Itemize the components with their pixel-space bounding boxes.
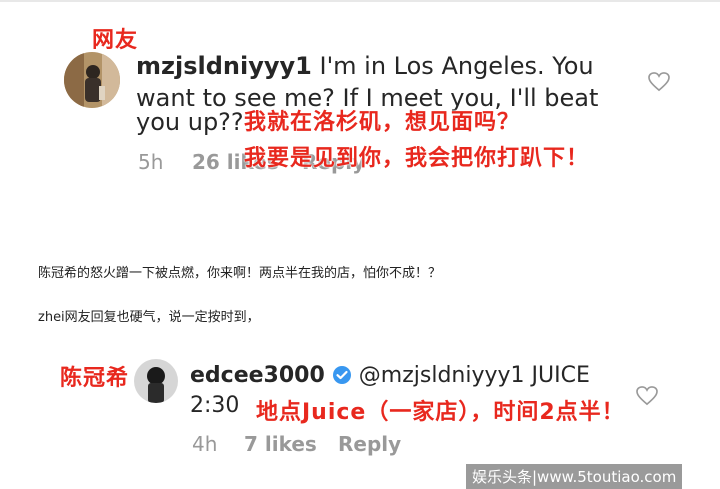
mention-link[interactable]: @mzjsldniyyy1 (359, 363, 525, 388)
comment-body: mzjsldniyyy1 I'm in Los Angeles. You (136, 50, 594, 82)
top-divider (0, 0, 720, 2)
comment-username[interactable]: edcee3000 (190, 363, 325, 388)
translation-line2: 我要是见到你，我会把你打趴下！ (244, 146, 590, 171)
comment-text-line3: you up?? (136, 108, 244, 136)
chen-tag: 陈冠希 (60, 366, 130, 391)
article-paragraph-1: 陈冠希的怒火蹭一下被点燃，你来啊！两点半在我的店，怕你不成！？ (38, 266, 442, 281)
comment-text-line1: I'm in Los Angeles. You (319, 52, 594, 80)
comment-username[interactable]: mzjsldniyyy1 (136, 52, 312, 80)
heart-outline-icon[interactable] (648, 72, 670, 92)
comment-time: 4h (192, 432, 218, 456)
likes-count[interactable]: 7 likes (244, 432, 317, 456)
translation-line: 地点Juice（一家店），时间2点半！ (256, 400, 625, 425)
avatar[interactable] (134, 359, 178, 403)
comment-time-text: 2:30 (190, 393, 240, 418)
heart-outline-icon[interactable] (636, 386, 658, 406)
netizen-tag: 网友 (92, 28, 139, 53)
comment-body: edcee3000 @mzjsldniyyy1 JUICE (190, 360, 590, 395)
comment-time: 5h (138, 150, 164, 174)
reply-link[interactable]: Reply (338, 432, 401, 456)
watermark: 娱乐头条|www.5toutiao.com (466, 464, 683, 489)
translation-line1: 我就在洛杉矶，想见面吗？ (244, 110, 521, 135)
verified-badge-icon (332, 363, 352, 395)
avatar[interactable] (64, 52, 120, 108)
article-paragraph-2: zhei网友回复也硬气，说一定按时到， (38, 310, 260, 325)
comment-text-end: JUICE (531, 363, 590, 388)
